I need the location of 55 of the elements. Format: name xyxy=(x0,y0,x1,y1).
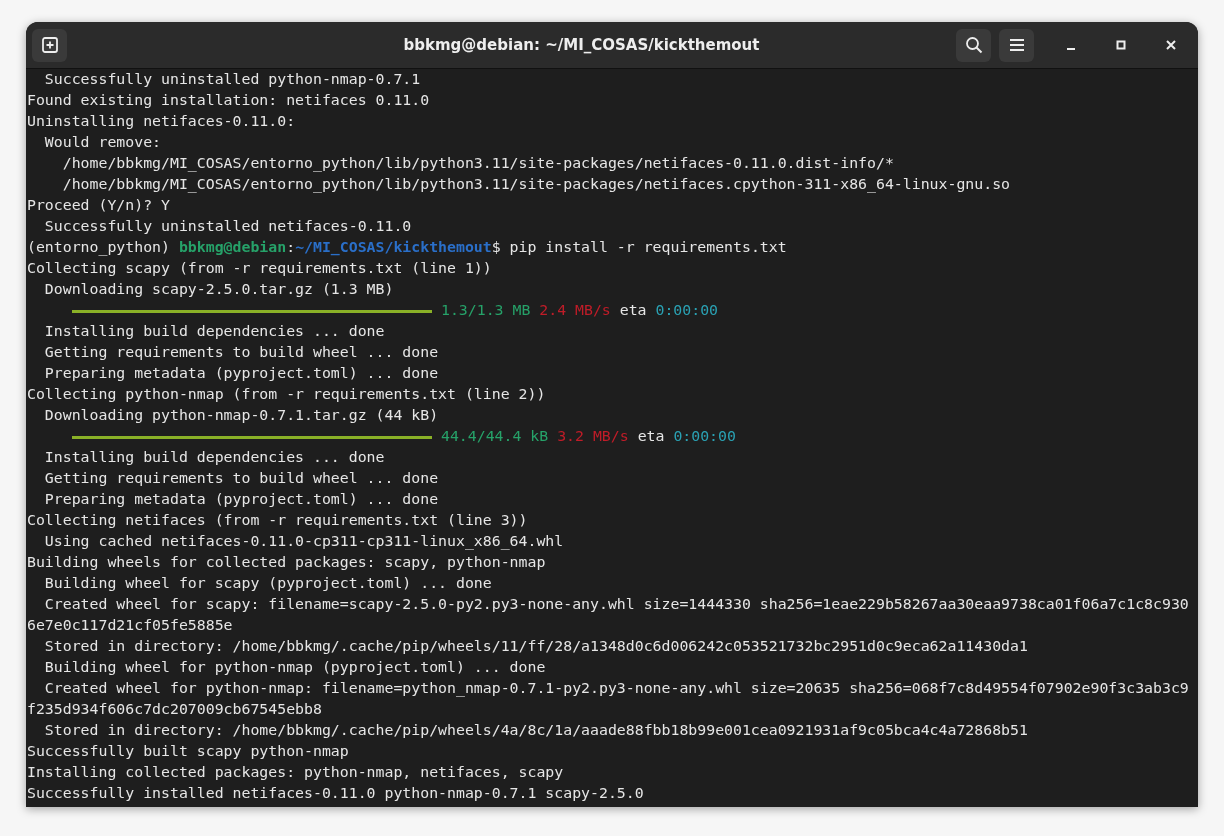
eta-time: 0:00:00 xyxy=(655,301,719,319)
output-line: Would remove: xyxy=(43,132,162,153)
output-line: Getting requirements to build wheel ... done xyxy=(43,468,439,489)
output-line: Created wheel for scapy: filename=scapy-2.5.0-py2.py3-none-any.whl size=1444330 sha256=1eae229b58267aa30eaa9738ca01f06a7c1c8c930 xyxy=(43,594,1189,615)
output-line: Collecting python-nmap (from -r requirements.txt (line 2)) xyxy=(27,384,546,405)
output-line: Installing build dependencies ... done xyxy=(43,321,385,342)
output-line: Downloading scapy-2.5.0.tar.gz (1.3 MB) xyxy=(43,279,394,300)
output-line: Preparing metadata (pyproject.toml) ... done xyxy=(43,363,439,384)
output-line: Collecting netifaces (from -r requirements.txt (line 3)) xyxy=(27,510,528,531)
output-line: Preparing metadata (pyproject.toml) ... done xyxy=(43,489,439,510)
output-line: Created wheel for python-nmap: filename=python_nmap-0.7.1-py2.py3-none-any.whl size=20635 sha256=068f7c8d49554f07902e90f3c3ab3c9 xyxy=(43,678,1189,699)
eta-label: eta xyxy=(619,301,647,319)
output-line: Using cached netifaces-0.11.0-cp311-cp311-linux_x86_64.whl xyxy=(43,531,564,552)
menu-button[interactable] xyxy=(999,28,1034,62)
maximize-icon xyxy=(1116,40,1126,50)
output-line: /home/bbkmg/MI_COSAS/entorno_python/lib/python3.11/site-packages/netifaces-0.11.0.dist-info/* xyxy=(61,153,894,174)
prompt-path: ~/MI_COSAS/kickthemout xyxy=(295,238,492,256)
output-line: /home/bbkmg/MI_COSAS/entorno_python/lib/python3.11/site-packages/netifaces.cpython-311-x86_64-linux-gnu.so xyxy=(61,174,1011,195)
output-line: Successfully uninstalled netifaces-0.11.0 xyxy=(43,216,412,237)
window-title: bbkmg@debian: ~/MI_COSAS/kickthemout xyxy=(403,34,760,56)
eta-time: 0:00:00 xyxy=(673,427,736,445)
output-line: Building wheel for python-nmap (pyproject.toml) ... done xyxy=(43,657,546,678)
search-icon xyxy=(964,36,983,54)
output-line: Stored in directory: /home/bbkmg/.cache/pip/wheels/11/ff/28/a1348d0c6d006242c053521732bc2951d0c9eca62a11430da1 xyxy=(43,636,1028,657)
menu-icon xyxy=(1008,38,1025,52)
download-size: 1.3/1.3 MB xyxy=(441,301,531,319)
new-tab-button[interactable] xyxy=(32,28,67,62)
output-line: 6e7e0c117d21cf05fe5885e xyxy=(27,615,233,636)
output-line: Downloading python-nmap-0.7.1.tar.gz (44 kB) xyxy=(43,405,439,426)
output-line: Found existing installation: netifaces 0.11.0 xyxy=(27,90,430,111)
plus-square-icon xyxy=(40,36,59,54)
eta-label: eta xyxy=(637,427,665,445)
output-line: Installing collected packages: python-nmap, netifaces, scapy xyxy=(27,762,564,783)
search-button[interactable] xyxy=(956,28,991,62)
output-line: Uninstalling netifaces-0.11.0: xyxy=(27,111,296,132)
output-line: Building wheels for collected packages: scapy, python-nmap xyxy=(27,552,546,573)
output-line: Installing build dependencies ... done xyxy=(43,447,385,468)
output-line: Building wheel for scapy (pyproject.toml) ... done xyxy=(43,573,492,594)
prompt-user: bbkmg@debian xyxy=(178,238,287,256)
download-speed: 2.4 MB/s xyxy=(539,301,611,319)
download-speed: 3.2 MB/s xyxy=(557,427,629,445)
prompt-env: (entorno_python) xyxy=(27,238,171,256)
download-size: 44.4/44.4 kB xyxy=(441,427,549,445)
command-text: $ pip install -r requirements.txt xyxy=(491,238,787,256)
output-line: Successfully built scapy python-nmap xyxy=(27,741,349,762)
output-line: Collecting scapy (from -r requirements.txt (line 1)) xyxy=(27,258,492,279)
output-line: Successfully installed netifaces-0.11.0 python-nmap-0.7.1 scapy-2.5.0 xyxy=(27,783,644,804)
output-line: f235d934f606c7dc207009cb67545ebb8 xyxy=(27,699,322,720)
output-line: Getting requirements to build wheel ... done xyxy=(43,342,439,363)
output-line: Successfully uninstalled python-nmap-0.7.1 xyxy=(43,69,421,90)
minimize-icon xyxy=(1067,48,1075,50)
output-line: Proceed (Y/n)? Y xyxy=(27,195,170,216)
close-icon xyxy=(1166,40,1176,50)
output-line: Stored in directory: /home/bbkmg/.cache/pip/wheels/4a/8c/1a/aaade88fbb18b99e001cea0921931af9c05bca4c4a72868b51 xyxy=(43,720,1028,741)
prompt-separator: : xyxy=(286,238,296,256)
